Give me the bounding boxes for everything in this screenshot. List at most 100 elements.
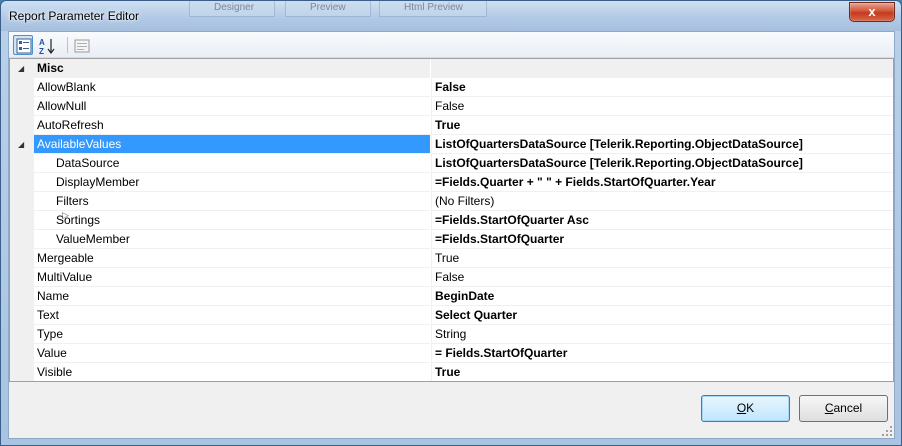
property-name-cell: MultiValue [34, 268, 430, 287]
row-gutter [10, 97, 34, 116]
collapse-arrow-icon[interactable]: ◢ [18, 141, 24, 149]
row-gutter [10, 211, 34, 230]
ok-button[interactable]: OK [701, 395, 790, 422]
background-tab-preview: Preview [285, 1, 371, 17]
property-value[interactable]: =Fields.StartOfQuarter [431, 230, 893, 249]
cancel-button[interactable]: Cancel [799, 395, 888, 422]
property-name: MultiValue [37, 270, 93, 284]
row-gutter: ◢ [10, 135, 34, 154]
category-value-cell [431, 59, 893, 78]
property-grid-toolbar: A Z [9, 32, 894, 58]
property-name: Value [37, 346, 67, 360]
property-value[interactable]: BeginDate [431, 287, 893, 306]
dialog-footer: OK Cancel [9, 382, 894, 438]
row-gutter: ◢ [10, 59, 34, 78]
row-gutter [10, 363, 34, 381]
sort-alphabetical-icon: A Z [39, 38, 55, 55]
property-name: Visible [37, 365, 73, 379]
property-name: AllowNull [37, 99, 87, 113]
property-pages-icon [74, 39, 90, 53]
property-row-valuemember[interactable]: ValueMember =Fields.StartOfQuarter [10, 230, 893, 249]
property-name-cell: Type [34, 325, 430, 344]
property-name-cell: AutoRefresh [34, 116, 430, 135]
property-name: ValueMember [56, 232, 130, 246]
category-label: Misc [37, 61, 64, 75]
property-row-sortings[interactable]: ▷ Sortings =Fields.StartOfQuarter Asc [10, 211, 893, 230]
row-gutter [10, 116, 34, 135]
svg-text:Z: Z [39, 47, 44, 55]
row-gutter [10, 230, 34, 249]
report-parameter-editor-window: Designer Preview Html Preview Report Par… [0, 0, 902, 446]
dialog-client-area: A Z ◢ Misc AllowBlank False AllowNull Fa… [8, 31, 895, 439]
property-value[interactable]: False [431, 268, 893, 287]
row-gutter [10, 249, 34, 268]
categorized-icon [16, 38, 32, 54]
property-name-cell: Visible [34, 363, 430, 381]
property-row-autorefresh[interactable]: AutoRefresh True [10, 116, 893, 135]
title-bar[interactable]: Designer Preview Html Preview Report Par… [1, 1, 901, 31]
property-row-value[interactable]: Value = Fields.StartOfQuarter [10, 344, 893, 363]
cancel-label-rest: ancel [833, 401, 863, 415]
svg-text:A: A [39, 38, 45, 47]
background-tab-html-preview: Html Preview [379, 1, 487, 17]
row-gutter [10, 287, 34, 306]
background-tab-designer: Designer [189, 1, 275, 17]
property-value[interactable]: Select Quarter [431, 306, 893, 325]
property-name: Text [37, 308, 60, 322]
property-row-visible[interactable]: Visible True [10, 363, 893, 381]
property-row-mergeable[interactable]: Mergeable True [10, 249, 893, 268]
property-name-cell: Name [34, 287, 430, 306]
property-row-allowblank[interactable]: AllowBlank False [10, 78, 893, 97]
property-name-cell: DisplayMember [34, 173, 430, 192]
property-pages-button[interactable] [71, 35, 91, 55]
collapse-arrow-icon[interactable]: ◢ [18, 65, 24, 73]
property-value[interactable]: ListOfQuartersDataSource [Telerik.Report… [431, 154, 893, 173]
category-label-cell: Misc [34, 59, 430, 78]
property-row-datasource[interactable]: DataSource ListOfQuartersDataSource [Tele… [10, 154, 893, 173]
property-row-filters[interactable]: Filters (No Filters) [10, 192, 893, 211]
row-gutter [10, 306, 34, 325]
property-name: DataSource [56, 156, 120, 170]
row-gutter [10, 268, 34, 287]
property-value[interactable]: String [431, 325, 893, 344]
property-value[interactable]: False [431, 97, 893, 116]
property-value[interactable]: = Fields.StartOfQuarter [431, 344, 893, 363]
property-value[interactable]: True [431, 363, 893, 381]
row-gutter [10, 192, 34, 211]
row-gutter [10, 78, 34, 97]
property-name-cell: AvailableValues [34, 135, 430, 154]
ok-mnemonic: O [736, 401, 747, 415]
property-name-cell: Mergeable [34, 249, 430, 268]
property-row-multivalue[interactable]: MultiValue False [10, 268, 893, 287]
property-grid: ◢ Misc AllowBlank False AllowNull False Auto… [9, 58, 894, 382]
property-row-type[interactable]: Type String [10, 325, 893, 344]
property-value[interactable]: True [431, 249, 893, 268]
ok-label-rest: K [746, 401, 755, 415]
property-name-cell: DataSource [34, 154, 430, 173]
property-name: Mergeable [37, 251, 94, 265]
property-row-text[interactable]: Text Select Quarter [10, 306, 893, 325]
property-row-availablevalues[interactable]: ◢ AvailableValues ListOfQuartersDataSource… [10, 135, 893, 154]
property-value[interactable]: =Fields.Quarter + " " + Fields.StartOfQu… [431, 173, 893, 192]
property-name-cell: Value [34, 344, 430, 363]
category-row-misc[interactable]: ◢ Misc [10, 59, 893, 78]
property-value[interactable]: False [431, 78, 893, 97]
property-row-displaymember[interactable]: DisplayMember =Fields.Quarter + " " + Fie… [10, 173, 893, 192]
property-name: AutoRefresh [37, 118, 104, 132]
property-name-cell: ▷ Sortings [34, 211, 430, 230]
property-row-name[interactable]: Name BeginDate [10, 287, 893, 306]
resize-grip[interactable] [882, 426, 892, 436]
property-value[interactable]: (No Filters) [431, 192, 893, 211]
property-name: Name [37, 289, 70, 303]
property-value[interactable]: =Fields.StartOfQuarter Asc [431, 211, 893, 230]
property-value[interactable]: True [431, 116, 893, 135]
property-name-cell: ValueMember [34, 230, 430, 249]
property-value[interactable]: ListOfQuartersDataSource [Telerik.Report… [431, 135, 893, 154]
alphabetical-view-button[interactable]: A Z [36, 35, 56, 55]
property-name-cell: AllowNull [34, 97, 430, 116]
row-gutter [10, 344, 34, 363]
categorized-view-button[interactable] [13, 35, 33, 55]
property-row-allownull[interactable]: AllowNull False [10, 97, 893, 116]
property-name: AvailableValues [37, 137, 122, 151]
close-button[interactable]: x [849, 2, 895, 22]
